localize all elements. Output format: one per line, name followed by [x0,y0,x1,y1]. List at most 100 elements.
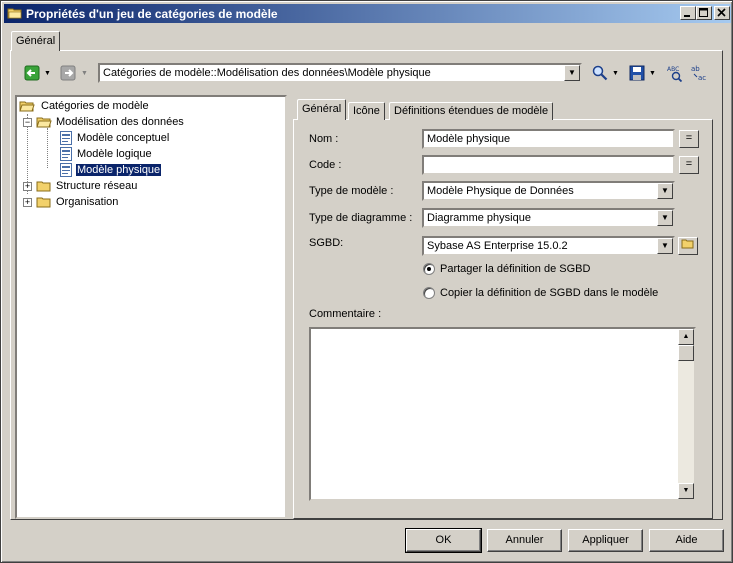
nom-field[interactable]: Modèle physique [422,129,675,149]
vertical-scrollbar[interactable]: ▲ ▼ [678,329,694,499]
code-label-text: Code : [309,159,342,171]
type-diagramme-label-text: Type de diagramme : [309,212,413,224]
type-modele-label-text: Type de modèle : [309,185,394,197]
nom-value: Modèle physique [427,133,511,145]
radio-copy[interactable]: Copier la définition de SGBD dans le mod… [423,287,658,299]
tree-line [47,128,48,168]
type-diagramme-label: Type de diagramme : [309,212,412,224]
tree-item-label: Organisation [56,196,119,208]
dialog-window: Propriétés d'un jeu de catégories de mod… [0,0,733,563]
folder-icon [7,6,23,20]
svg-text:ac: ac [698,74,706,82]
tab-general-outer[interactable]: Général [11,31,61,51]
commentaire-label: Commentaire : [309,308,381,320]
back-dropdown-icon[interactable]: ▼ [44,70,51,77]
open-folder-icon [36,117,52,128]
type-modele-label: Type de modèle : [309,185,393,197]
maximize-button[interactable] [696,6,712,20]
apply-button[interactable]: Appliquer [568,529,643,552]
svg-text:ab: ab [691,65,700,73]
tab-definitions[interactable]: Définitions étendues de modèle [389,102,554,120]
tree-item-label: Catégories de modèle [41,100,149,112]
model-icon [60,147,72,161]
scroll-down-icon[interactable]: ▼ [678,483,694,499]
radio-button[interactable] [423,263,435,275]
tree-item-organisation[interactable]: + Organisation [23,194,118,210]
tree-item-label: Modèle conceptuel [77,132,170,144]
tree-item-conceptuel[interactable]: Modèle conceptuel [59,130,169,146]
close-button[interactable] [714,6,730,20]
tab-label: Général [16,35,56,47]
tree-item-modelisation[interactable]: − Modélisation des données [23,114,184,130]
type-diagramme-value: Diagramme physique [427,212,531,224]
scroll-thumb[interactable] [678,345,694,361]
radio-button[interactable] [423,287,435,299]
type-modele-select[interactable]: Modèle Physique de Données ▼ [422,181,675,201]
type-modele-value: Modèle Physique de Données [427,185,574,197]
tree-item-label: Modèle logique [77,148,152,160]
tab-icone[interactable]: Icône [348,102,385,120]
sgbd-select[interactable]: Sybase AS Enterprise 15.0.2 ▼ [422,236,675,256]
radio-share[interactable]: Partager la définition de SGBD [423,263,590,275]
find-dropdown-icon[interactable]: ▼ [612,70,619,77]
expand-icon[interactable]: + [23,197,32,207]
back-arrow-icon[interactable] [23,64,41,82]
tree-item-label: Structure réseau [56,180,138,192]
cancel-button[interactable]: Annuler [487,529,562,552]
model-icon [60,131,72,145]
code-label: Code : [309,159,341,171]
category-tree[interactable]: Catégories de modèle − Modélisation des … [15,95,287,519]
commentaire-label-text: Commentaire : [309,308,382,320]
find-icon[interactable] [591,64,609,82]
expand-icon[interactable]: + [23,181,32,191]
sgbd-value: Sybase AS Enterprise 15.0.2 [427,240,568,252]
code-field[interactable] [422,155,675,175]
chevron-down-icon[interactable]: ▼ [657,183,673,199]
tree-root[interactable]: Catégories de modèle [19,98,149,114]
tree-item-physique[interactable]: Modèle physique [59,162,163,178]
nom-label-text: Nom : [309,133,339,145]
scroll-up-icon[interactable]: ▲ [678,329,694,345]
nom-equal-button[interactable]: = [679,130,699,148]
open-folder-icon [19,101,35,112]
forward-dropdown-icon: ▼ [81,70,88,77]
tree-item-label: Modélisation des données [56,116,184,128]
radio-share-label: Partager la définition de SGBD [440,263,591,275]
ok-button[interactable]: OK [405,528,482,553]
radio-copy-label: Copier la définition de SGBD dans le mod… [440,287,659,299]
nom-label: Nom : [309,133,338,145]
replace-icon[interactable]: ab ac [690,64,708,82]
folder-icon [681,239,694,249]
folder-icon [36,197,51,208]
sgbd-browse-button[interactable] [678,237,698,255]
svg-text:ABC: ABC [667,66,679,73]
tab-label: Définitions étendues de modèle [394,105,549,117]
folder-icon [36,181,51,192]
model-icon [60,163,72,177]
window-title: Propriétés d'un jeu de catégories de mod… [26,7,278,21]
sgbd-label-text: SGBD: [309,237,344,249]
title-bar[interactable]: Propriétés d'un jeu de catégories de mod… [4,4,731,23]
commentaire-textarea[interactable]: ▲ ▼ [309,327,696,501]
collapse-icon[interactable]: − [23,117,32,127]
chevron-down-icon[interactable]: ▼ [657,210,673,226]
spellcheck-icon[interactable]: ABC [666,64,684,82]
code-equal-button[interactable]: = [679,156,699,174]
tree-item-logique[interactable]: Modèle logique [59,146,152,162]
forward-arrow-icon[interactable] [59,64,77,82]
path-text: Catégories de modèle::Modélisation des d… [103,67,431,79]
chevron-down-icon[interactable]: ▼ [657,238,673,254]
tab-general[interactable]: Général [297,99,347,120]
help-button[interactable]: Aide [649,529,724,552]
save-icon[interactable] [628,64,646,82]
tree-item-label: Modèle physique [74,163,163,177]
path-combo[interactable]: Catégories de modèle::Modélisation des d… [98,63,582,83]
type-diagramme-select[interactable]: Diagramme physique ▼ [422,208,675,228]
chevron-down-icon[interactable]: ▼ [564,65,580,81]
tree-item-structure[interactable]: + Structure réseau [23,178,137,194]
sgbd-label: SGBD: [309,237,343,249]
tab-label: Icône [353,105,380,117]
minimize-button[interactable] [680,6,696,20]
tab-label: Général [302,103,342,115]
save-dropdown-icon[interactable]: ▼ [649,70,656,77]
